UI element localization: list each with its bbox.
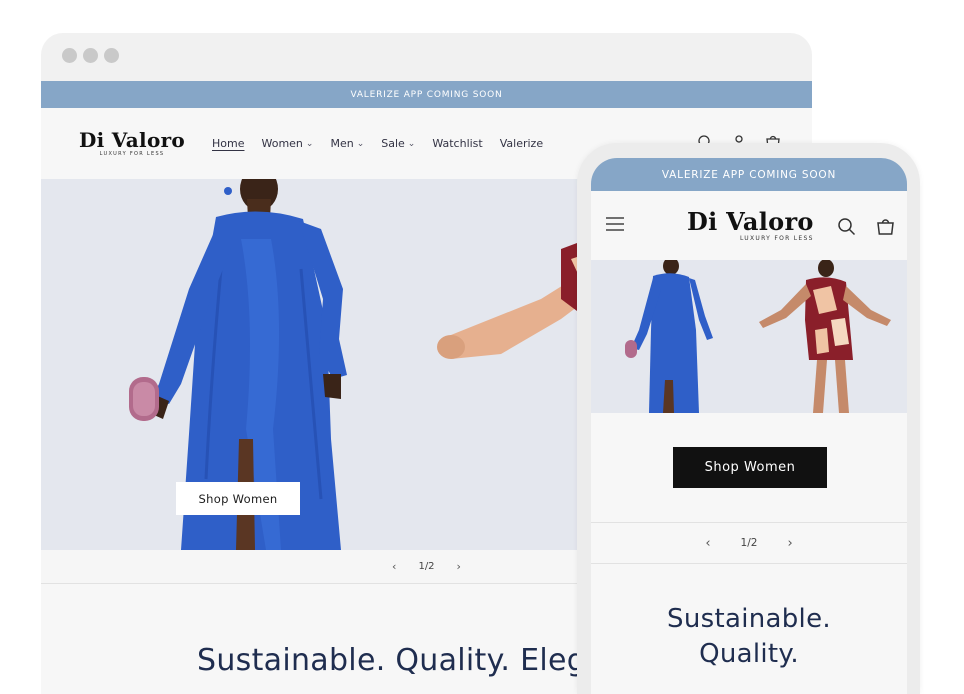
section-heading: Sustainable. Quality. Eleg: [197, 642, 587, 678]
nav-label: Watchlist: [432, 137, 483, 150]
window-controls: [62, 48, 119, 63]
chevron-left-icon[interactable]: ‹: [392, 560, 396, 573]
chevron-down-icon: ⌄: [356, 138, 365, 149]
chevron-right-icon[interactable]: ›: [457, 560, 461, 573]
mobile-screen: VALERIZE APP COMING SOON Di Valoro LUXUR…: [591, 158, 907, 694]
nav-item-valerize[interactable]: Valerize: [500, 137, 543, 150]
shop-women-button[interactable]: Shop Women: [673, 447, 827, 488]
nav-item-men[interactable]: Men ⌄: [330, 137, 364, 150]
logo-tagline: LUXURY FOR LESS: [739, 235, 814, 242]
chevron-down-icon: ⌄: [407, 138, 416, 149]
nav-item-watchlist[interactable]: Watchlist: [432, 137, 482, 150]
brand-logo[interactable]: Di Valoro LUXURY FOR LESS: [687, 207, 814, 242]
shop-women-button[interactable]: Shop Women: [176, 482, 300, 515]
window-dot-minimize[interactable]: [83, 48, 98, 63]
menu-icon[interactable]: [605, 216, 625, 232]
window-dot-close[interactable]: [62, 48, 77, 63]
announcement-bar: VALERIZE APP COMING SOON: [591, 158, 907, 191]
chevron-right-icon[interactable]: ›: [787, 536, 792, 551]
search-icon[interactable]: [837, 217, 856, 236]
hero-banner: [591, 260, 907, 413]
slideshow-controls: ‹ 1/2 ›: [591, 522, 907, 564]
logo-wordmark: Di Valoro: [79, 128, 186, 152]
slide-counter: 1/2: [740, 537, 758, 549]
brand-logo[interactable]: Di Valoro LUXURY FOR LESS: [79, 128, 185, 157]
mobile-phone-mockup: VALERIZE APP COMING SOON Di Valoro LUXUR…: [577, 143, 920, 694]
nav-label: Women: [261, 137, 303, 150]
nav-item-home[interactable]: Home: [212, 137, 244, 150]
nav-item-women[interactable]: Women ⌄: [261, 137, 313, 150]
nav-item-sale[interactable]: Sale ⌄: [381, 137, 415, 150]
announcement-bar: VALERIZE APP COMING SOON: [41, 81, 812, 108]
section-heading: Sustainable. Quality.: [591, 602, 907, 672]
header-icons: [837, 217, 895, 236]
nav-label: Men: [330, 137, 354, 150]
main-nav: Home Women ⌄ Men ⌄ Sale ⌄ Watchlist Vale…: [212, 137, 543, 150]
nav-label: Valerize: [499, 137, 544, 150]
chevron-down-icon: ⌄: [305, 138, 314, 149]
chevron-left-icon[interactable]: ‹: [705, 536, 710, 551]
mobile-header: Di Valoro LUXURY FOR LESS: [591, 191, 907, 260]
slide-counter: 1/2: [418, 561, 435, 572]
heading-line: Sustainable.: [667, 604, 831, 634]
window-dot-maximize[interactable]: [104, 48, 119, 63]
cart-icon[interactable]: [876, 217, 895, 236]
heading-line: Quality.: [699, 639, 799, 669]
nav-label: Home: [212, 137, 245, 150]
nav-label: Sale: [381, 137, 405, 150]
hero-image: [591, 260, 907, 413]
logo-wordmark: Di Valoro: [687, 207, 814, 236]
